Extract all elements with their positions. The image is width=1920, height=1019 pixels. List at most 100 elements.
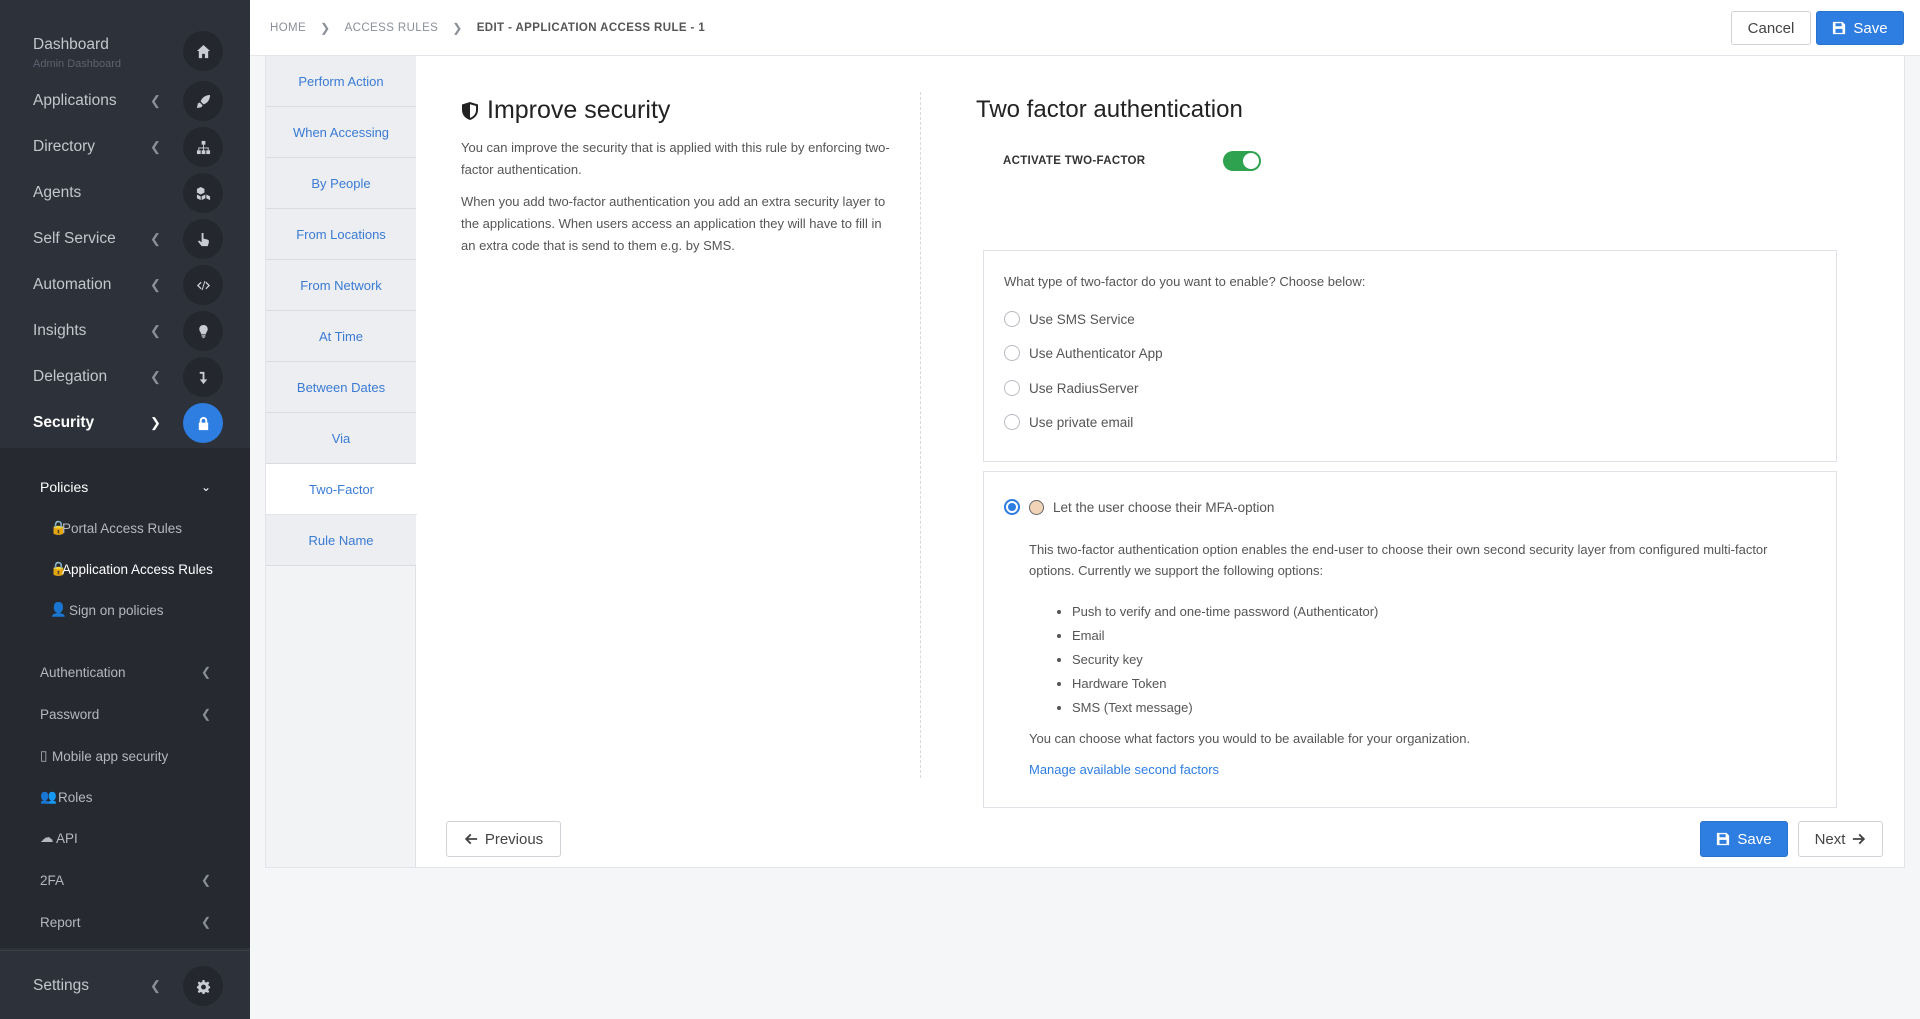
step-rule-name[interactable]: Rule Name xyxy=(266,515,416,566)
step-at-time[interactable]: At Time xyxy=(266,311,416,362)
chevron-left-icon: ❮ xyxy=(201,707,212,721)
list-item: SMS (Text message) xyxy=(1072,696,1378,720)
chevron-left-icon: ❮ xyxy=(201,915,212,929)
nav-agents[interactable]: Agents xyxy=(0,170,250,216)
activate-two-factor-toggle[interactable] xyxy=(1223,151,1261,171)
step-from-locations[interactable]: From Locations xyxy=(266,209,416,260)
submenu-2fa[interactable]: 2FA ❮ xyxy=(0,865,250,895)
radio-radius-server[interactable] xyxy=(1004,380,1020,396)
lightbulb-icon xyxy=(183,311,223,351)
step-between-dates[interactable]: Between Dates xyxy=(266,362,416,413)
rule-editor-card: Perform Action When Accessing By People … xyxy=(265,55,1905,868)
save-button[interactable]: Save xyxy=(1816,11,1904,45)
option-radius-server[interactable]: Use RadiusServer xyxy=(1004,380,1139,396)
nav-self-service-label: Self Service xyxy=(33,230,116,247)
option-sms-service[interactable]: Use SMS Service xyxy=(1004,311,1135,327)
submenu-sign-on-policies-label: Sign on policies xyxy=(69,602,164,618)
mobile-icon: ▯ xyxy=(40,748,48,763)
nav-agents-label: Agents xyxy=(33,184,82,201)
submenu-application-access-rules[interactable]: 🔒 Application Access Rules xyxy=(0,554,250,584)
submenu-api[interactable]: ☁ API xyxy=(0,823,250,853)
footer-save-button[interactable]: Save xyxy=(1700,821,1788,857)
submenu-password[interactable]: Password ❮ xyxy=(0,699,250,729)
submenu-report[interactable]: Report ❮ xyxy=(0,907,250,937)
radio-sms-service[interactable] xyxy=(1004,311,1020,327)
arrow-right-icon xyxy=(1853,833,1866,845)
cancel-button[interactable]: Cancel xyxy=(1731,11,1811,45)
user-avatar-icon xyxy=(1029,499,1044,515)
code-icon xyxy=(183,265,223,305)
save-button-label: Save xyxy=(1853,19,1888,37)
step-by-people[interactable]: By People xyxy=(266,158,416,209)
radio-private-email[interactable] xyxy=(1004,414,1020,430)
chevron-right-icon: ❯ xyxy=(452,21,463,35)
submenu-report-label: Report xyxy=(40,914,81,930)
improve-security-title: Improve security xyxy=(487,96,671,124)
nav-automation[interactable]: Automation ❮ xyxy=(0,262,250,308)
list-item: Hardware Token xyxy=(1072,672,1378,696)
nav-applications[interactable]: Applications ❮ xyxy=(0,78,250,124)
floppy-disk-icon xyxy=(1717,832,1730,846)
submenu-portal-access-rules[interactable]: 🔒 Portal Access Rules xyxy=(0,513,250,543)
nav-delegation[interactable]: Delegation ❮ xyxy=(0,354,250,400)
nav-insights[interactable]: Insights ❮ xyxy=(0,308,250,354)
chevron-right-icon: ❯ xyxy=(320,21,331,35)
sitemap-icon xyxy=(183,127,223,167)
chevron-left-icon: ❮ xyxy=(150,369,161,384)
chevron-down-icon: ⌄ xyxy=(201,480,212,494)
wizard-steps: Perform Action When Accessing By People … xyxy=(266,56,429,867)
breadcrumb: HOME ❯ ACCESS RULES ❯ EDIT - APPLICATION… xyxy=(270,21,705,35)
chevron-left-icon: ❮ xyxy=(150,323,161,338)
user-lock-icon: 👤 xyxy=(50,602,67,617)
option-user-choose-mfa[interactable]: Let the user choose their MFA-option xyxy=(1004,499,1274,515)
next-button-label: Next xyxy=(1814,830,1846,848)
radio-user-choose-mfa[interactable] xyxy=(1004,499,1020,515)
breadcrumb-current: EDIT - APPLICATION ACCESS RULE - 1 xyxy=(476,22,706,34)
step-via[interactable]: Via xyxy=(266,413,416,464)
previous-button[interactable]: Previous xyxy=(446,821,561,857)
nav-applications-label: Applications xyxy=(33,92,117,109)
improve-security-heading: Improve security xyxy=(461,96,891,125)
nav-settings[interactable]: Settings ❮ xyxy=(0,963,250,1009)
step-from-network[interactable]: From Network xyxy=(266,260,416,311)
list-item: Email xyxy=(1072,624,1378,648)
improve-security-section: Improve security You can improve the sec… xyxy=(461,96,891,257)
two-factor-section: Two factor authentication ACTIVATE TWO-F… xyxy=(976,96,1846,808)
submenu-portal-access-rules-label: Portal Access Rules xyxy=(62,520,183,536)
option-private-email[interactable]: Use private email xyxy=(1004,414,1133,430)
toggle-knob xyxy=(1243,153,1259,169)
previous-button-label: Previous xyxy=(484,830,544,848)
option-private-email-label: Use private email xyxy=(1029,414,1134,430)
step-when-accessing[interactable]: When Accessing xyxy=(266,107,416,158)
submenu-authentication[interactable]: Authentication ❮ xyxy=(0,657,250,687)
manage-second-factors-link[interactable]: Manage available second factors xyxy=(1029,762,1219,777)
submenu-sign-on-policies[interactable]: 👤 Sign on policies xyxy=(0,595,250,625)
submenu-mobile-app-security[interactable]: ▯ Mobile app security xyxy=(0,741,250,771)
nav-security[interactable]: Security ❯ xyxy=(0,400,250,446)
users-icon: 👥 xyxy=(40,789,57,804)
list-item: Push to verify and one-time password (Au… xyxy=(1072,600,1378,624)
option-sms-service-label: Use SMS Service xyxy=(1029,311,1135,327)
nav-directory[interactable]: Directory ❮ xyxy=(0,124,250,170)
breadcrumb-access-rules[interactable]: ACCESS RULES xyxy=(345,22,439,34)
nav-self-service[interactable]: Self Service ❮ xyxy=(0,216,250,262)
step-perform-action[interactable]: Perform Action xyxy=(266,56,416,107)
submenu-policies[interactable]: Policies ⌄ xyxy=(0,472,250,502)
cloud-icon: ☁ xyxy=(40,830,54,845)
option-authenticator-app[interactable]: Use Authenticator App xyxy=(1004,345,1163,361)
gear-icon xyxy=(183,966,223,1006)
shield-icon xyxy=(462,101,478,120)
nav-dashboard-label: Dashboard xyxy=(33,36,109,53)
breadcrumb-home[interactable]: HOME xyxy=(270,22,306,34)
top-bar: HOME ❯ ACCESS RULES ❯ EDIT - APPLICATION… xyxy=(250,0,1920,56)
next-button[interactable]: Next xyxy=(1798,821,1883,857)
chevron-left-icon: ❮ xyxy=(150,93,161,108)
mfa-option-box: Let the user choose their MFA-option Thi… xyxy=(983,471,1837,808)
level-down-icon xyxy=(183,357,223,397)
step-two-factor[interactable]: Two-Factor xyxy=(266,464,429,515)
submenu-roles[interactable]: 👥 Roles xyxy=(0,782,250,812)
cubes-icon xyxy=(183,173,223,213)
radio-authenticator-app[interactable] xyxy=(1004,345,1020,361)
two-factor-type-question: What type of two-factor do you want to e… xyxy=(1004,274,1366,289)
nav-delegation-label: Delegation xyxy=(33,368,108,385)
